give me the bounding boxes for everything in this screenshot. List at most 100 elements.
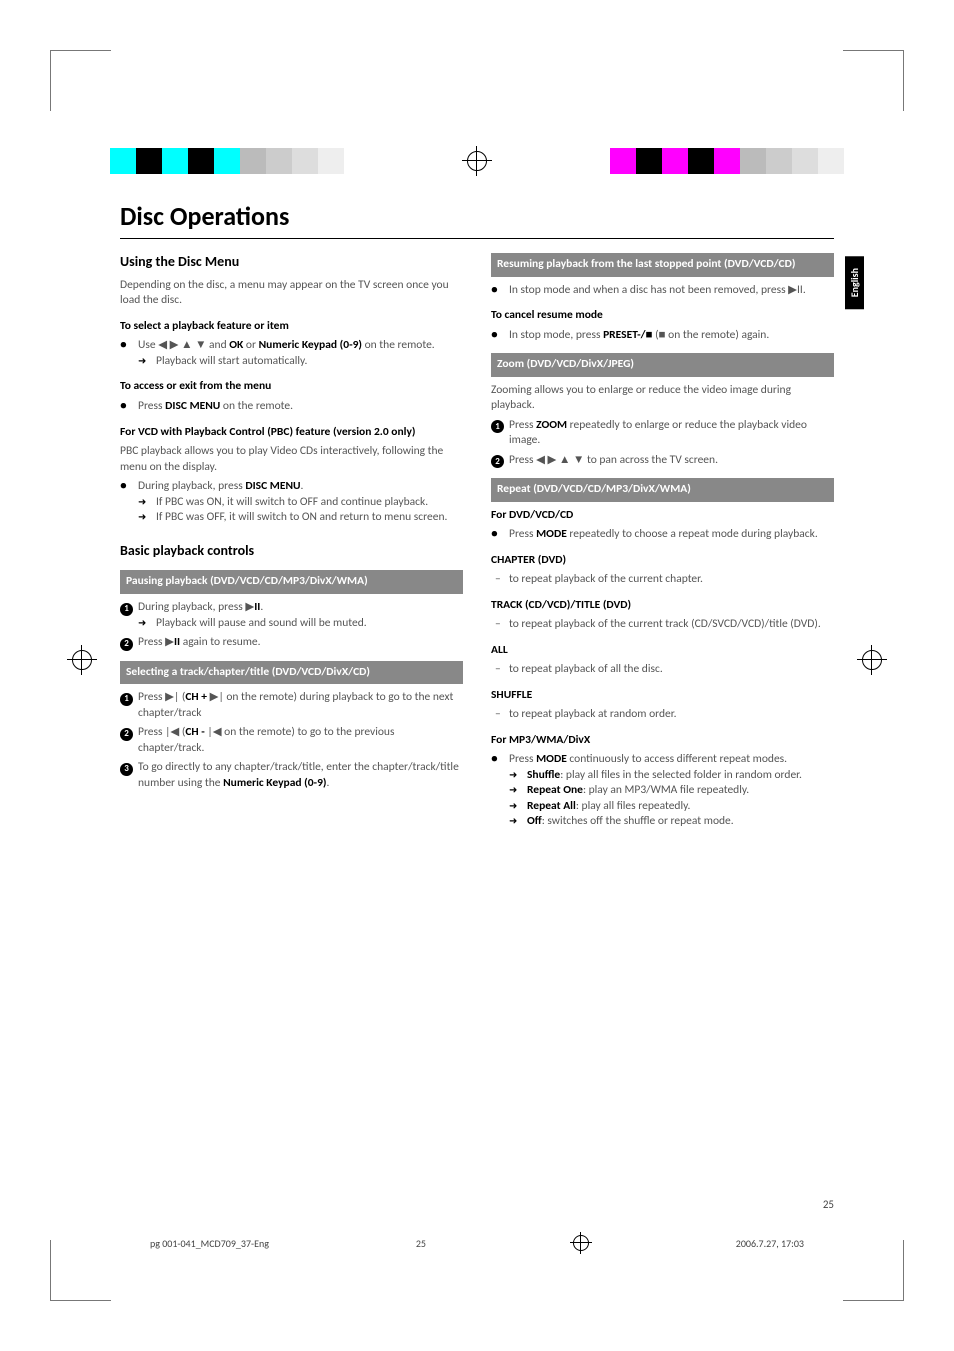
text: . bbox=[301, 479, 304, 493]
arrow-note: Repeat One: play an MP3/WMA file repeate… bbox=[509, 783, 834, 799]
page-number: 25 bbox=[823, 1198, 834, 1211]
heading-track-title: TRACK (CD/VCD)/TITLE (DVD) bbox=[491, 598, 834, 614]
step-2: 2 Press ▶II again to resume. bbox=[120, 635, 463, 651]
dash-item: to repeat playback of all the disc. bbox=[491, 662, 834, 678]
registration-target-left bbox=[72, 650, 92, 670]
text: on the remote. bbox=[220, 399, 293, 413]
text: continuously to access different repeat … bbox=[567, 752, 787, 766]
text: Press ◀ ▶ ▲ ▼ to pan across the TV scree… bbox=[509, 453, 834, 469]
registration-target-icon bbox=[573, 1235, 589, 1251]
text: In stop mode, press bbox=[509, 328, 603, 342]
heading-access-exit: To access or exit from the menu bbox=[120, 379, 463, 395]
heading-cancel-resume: To cancel resume mode bbox=[491, 308, 834, 324]
heading-vcd-pbc: For VCD with Playback Control (PBC) feat… bbox=[120, 425, 463, 441]
text: Use ◀ ▶ ▲ ▼ and bbox=[138, 338, 229, 352]
dash-item: to repeat playback of the current track … bbox=[491, 617, 834, 633]
arrow-note: If PBC was ON, it will switch to OFF and… bbox=[138, 495, 463, 511]
bullet-item: ● In stop mode, press PRESET-/■ (■ on th… bbox=[491, 328, 834, 344]
text-bold: Off bbox=[527, 814, 542, 828]
paragraph: Zooming allows you to enlarge or reduce … bbox=[491, 383, 834, 414]
text: Press bbox=[509, 418, 536, 432]
text: : play all files in the selected folder … bbox=[560, 768, 802, 782]
page-content: Disc Operations Using the Disc Menu Depe… bbox=[120, 200, 834, 1181]
title-rule bbox=[120, 238, 834, 239]
text: : play an MP3/WMA file repeatedly. bbox=[583, 783, 749, 797]
column-left: Using the Disc Menu Depending on the dis… bbox=[120, 253, 463, 834]
arrow-note: Off: switches off the shuffle or repeat … bbox=[509, 814, 834, 830]
text: Press ▶| ( bbox=[138, 690, 185, 704]
text: on the remote. bbox=[362, 338, 435, 352]
paragraph: Depending on the disc, a menu may appear… bbox=[120, 278, 463, 309]
registration-row-top bbox=[0, 148, 954, 174]
heading-using-disc-menu: Using the Disc Menu bbox=[120, 253, 463, 272]
text: During playback, press ▶ bbox=[138, 600, 254, 614]
text: During playback, press bbox=[138, 479, 245, 493]
arrow-note: If PBC was OFF, it will switch to ON and… bbox=[138, 510, 463, 526]
step-1: 1 Press ▶| (CH + ▶| on the remote) durin… bbox=[120, 690, 463, 721]
text: . bbox=[326, 776, 329, 790]
bullet-item: ● Press MODE continuously to access diff… bbox=[491, 752, 834, 830]
bullet-item: ● During playback, press DISC MENU. If P… bbox=[120, 479, 463, 526]
heading-select-feature: To select a playback feature or item bbox=[120, 319, 463, 335]
subhead-selecting-track: Selecting a track/chapter/title (DVD/VCD… bbox=[120, 661, 463, 685]
arrow-note: Playback will start automatically. bbox=[138, 354, 463, 370]
bullet-item: ● In stop mode and when a disc has not b… bbox=[491, 283, 834, 299]
bullet-item: ● Press MODE repeatedly to choose a repe… bbox=[491, 527, 834, 543]
text-bold: PRESET-/■ bbox=[603, 328, 652, 342]
dash-item: to repeat playback at random order. bbox=[491, 707, 834, 723]
text: Press ▶ bbox=[138, 635, 174, 649]
text: Press bbox=[138, 399, 165, 413]
text-bold: CH - bbox=[185, 725, 204, 739]
bullet-item: ● Press DISC MENU on the remote. bbox=[120, 399, 463, 415]
text: . bbox=[260, 600, 263, 614]
text-bold: Repeat One bbox=[527, 783, 583, 797]
step-1: 1 Press ZOOM repeatedly to enlarge or re… bbox=[491, 418, 834, 449]
heading-all: ALL bbox=[491, 643, 834, 659]
paragraph: PBC playback allows you to play Video CD… bbox=[120, 444, 463, 475]
text: Press bbox=[509, 527, 536, 541]
text: : play all files repeatedly. bbox=[576, 799, 691, 813]
text: repeatedly to choose a repeat mode durin… bbox=[567, 527, 818, 541]
footer-timestamp: 2006.7.27, 17:03 bbox=[736, 1237, 804, 1250]
subhead-resuming: Resuming playback from the last stopped … bbox=[491, 253, 834, 277]
text: Press |◀ ( bbox=[138, 725, 185, 739]
heading-basic-playback: Basic playback controls bbox=[120, 542, 463, 561]
text: or bbox=[243, 338, 258, 352]
language-tab: English bbox=[845, 256, 864, 309]
bullet-item: ● Use ◀ ▶ ▲ ▼ and OK or Numeric Keypad (… bbox=[120, 338, 463, 369]
arrow-note: Playback will pause and sound will be mu… bbox=[138, 616, 463, 632]
step-2: 2 Press |◀ (CH - |◀ on the remote) to go… bbox=[120, 725, 463, 756]
step-3: 3 To go directly to any chapter/track/ti… bbox=[120, 760, 463, 791]
text-bold: OK bbox=[229, 338, 243, 352]
subhead-zoom: Zoom (DVD/VCD/DivX/JPEG) bbox=[491, 353, 834, 377]
registration-target-icon bbox=[467, 151, 487, 171]
text: Press bbox=[509, 752, 536, 766]
text-bold: ZOOM bbox=[536, 418, 567, 432]
footer-page: 25 bbox=[416, 1237, 426, 1250]
text-bold: CH + bbox=[185, 690, 207, 704]
text-bold: Numeric Keypad (0-9) bbox=[223, 776, 326, 790]
step-2: 2 Press ◀ ▶ ▲ ▼ to pan across the TV scr… bbox=[491, 453, 834, 469]
colorbar-magenta bbox=[610, 148, 844, 174]
subhead-pausing: Pausing playback (DVD/VCD/CD/MP3/DivX/WM… bbox=[120, 570, 463, 594]
footer-filename: pg 001-041_MCD709_37-Eng bbox=[150, 1237, 269, 1250]
text-bold: MODE bbox=[536, 527, 567, 541]
text-bold: Numeric Keypad (0-9) bbox=[259, 338, 362, 352]
heading-for-dvd-vcd-cd: For DVD/VCD/CD bbox=[491, 508, 834, 524]
page-title: Disc Operations bbox=[120, 200, 834, 232]
registration-target-right bbox=[862, 650, 882, 670]
text-bold: DISC MENU bbox=[165, 399, 220, 413]
text-bold: MODE bbox=[536, 752, 567, 766]
text-bold: Repeat All bbox=[527, 799, 576, 813]
heading-chapter: CHAPTER (DVD) bbox=[491, 553, 834, 569]
heading-for-mp3: For MP3/WMA/DivX bbox=[491, 733, 834, 749]
text-bold: Shuffle bbox=[527, 768, 560, 782]
text-bold: DISC MENU bbox=[245, 479, 300, 493]
arrow-note: Shuffle: play all files in the selected … bbox=[509, 768, 834, 784]
dash-item: to repeat playback of the current chapte… bbox=[491, 572, 834, 588]
text: In stop mode and when a disc has not bee… bbox=[509, 283, 834, 299]
colorbar-cyan bbox=[110, 148, 344, 174]
column-right: Resuming playback from the last stopped … bbox=[491, 253, 834, 834]
text: : switches off the shuffle or repeat mod… bbox=[542, 814, 734, 828]
text: (■ on the remote) again. bbox=[653, 328, 770, 342]
